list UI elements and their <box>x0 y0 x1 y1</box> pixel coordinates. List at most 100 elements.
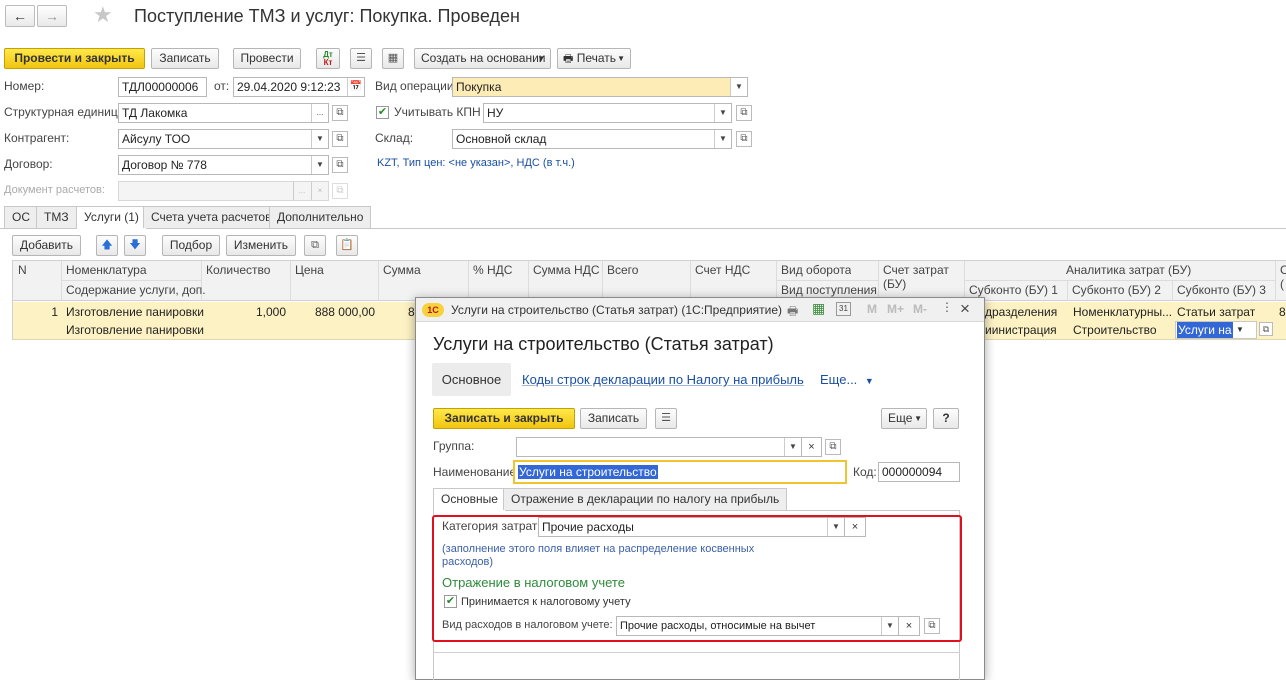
dialog-nav-more[interactable]: Еще... ▼ <box>820 371 874 390</box>
move-down-button[interactable]: 🡇 <box>124 235 146 256</box>
group-clear[interactable]: × <box>802 437 822 457</box>
row-sub2-b[interactable]: Строительство <box>1073 321 1157 339</box>
ellipsis-icon[interactable]: ... <box>311 104 328 122</box>
row-sub1-b[interactable]: иинистрация <box>985 321 1057 339</box>
tax-checkbox-label[interactable]: Принимается к налоговому учету <box>461 594 631 610</box>
open-icon[interactable]: ⧉ <box>1259 322 1273 336</box>
open-icon[interactable]: ⧉ <box>332 131 348 147</box>
open-icon[interactable]: ⧉ <box>736 105 752 121</box>
col-header-quantity[interactable]: Количество <box>202 261 270 279</box>
group-field[interactable]: ▼ <box>516 437 802 457</box>
calendar-icon[interactable]: 📅 <box>347 78 364 96</box>
list-button[interactable]: ☰ <box>350 48 372 69</box>
chevron-down-icon[interactable]: ▼ <box>311 156 328 174</box>
chevron-down-icon[interactable]: ▼ <box>714 104 731 122</box>
row-sub1-a[interactable]: дразделения <box>985 303 1057 321</box>
print-button[interactable]: 🖶 Печать ▼ <box>557 48 631 69</box>
col-header-content[interactable]: Содержание услуги, доп. <box>62 281 206 299</box>
row-sub2-a[interactable]: Номенклатурны... <box>1073 303 1172 321</box>
paste-button[interactable]: 📋 <box>336 235 358 256</box>
chevron-down-icon[interactable]: ▼ <box>827 518 844 536</box>
open-icon[interactable]: ⧉ <box>736 131 752 147</box>
contract-field[interactable]: Договор № 778 ▼ <box>118 155 329 175</box>
dialog-tab-main[interactable]: Основные <box>433 488 506 511</box>
tab-settlement-accounts[interactable]: Счета учета расчетов <box>143 206 280 228</box>
chevron-down-icon[interactable]: ▼ <box>881 617 898 635</box>
tab-os[interactable]: ОС <box>4 206 38 228</box>
row-sum[interactable]: 8 <box>408 303 415 321</box>
row-nomenclature[interactable]: Изготовление панировки <box>66 303 204 321</box>
memory-plus-button[interactable]: M+ <box>887 302 904 316</box>
help-button[interactable]: ? <box>933 408 959 429</box>
tax-checkbox[interactable]: ✔ <box>444 595 457 608</box>
star-icon[interactable]: ★ <box>93 2 113 28</box>
name-field[interactable]: Услуги на строительство <box>513 460 847 484</box>
copy-button[interactable]: ⧉ <box>304 235 326 256</box>
row-content[interactable]: Изготовление панировки <box>66 321 204 339</box>
tab-tmz[interactable]: ТМЗ <box>36 206 77 228</box>
warehouse-select[interactable]: Основной склад ▼ <box>452 129 732 149</box>
number-field[interactable]: ТДЛ00000006 <box>118 77 207 97</box>
row-sub3-a[interactable]: Статьи затрат <box>1177 303 1255 321</box>
expense-type-clear[interactable]: × <box>899 616 920 636</box>
move-up-button[interactable]: 🡅 <box>96 235 118 256</box>
col-header-vat-pct[interactable]: % НДС <box>469 261 512 279</box>
chevron-down-icon[interactable]: ▼ <box>730 78 747 96</box>
select-button[interactable]: Подбор <box>162 235 220 256</box>
col-header-vat-sum[interactable]: Сумма НДС <box>529 261 600 279</box>
post-and-close-button[interactable]: Провести и закрыть <box>4 48 145 69</box>
col-header-sum[interactable]: Сумма <box>379 261 421 279</box>
calendar-icon[interactable]: 31 <box>836 302 851 316</box>
create-based-button[interactable]: Создать на основании ▼ <box>414 48 551 69</box>
col-header-total[interactable]: Всего <box>603 261 638 279</box>
unit-field[interactable]: ТД Лакомка ... <box>118 103 329 123</box>
add-button[interactable]: Добавить <box>12 235 81 256</box>
dtkt-button[interactable]: Дт Кт <box>316 48 340 69</box>
col-header-price[interactable]: Цена <box>291 261 324 279</box>
printer-icon[interactable]: 🖶 <box>787 302 798 323</box>
open-icon[interactable]: ⧉ <box>924 618 940 634</box>
tab-additional[interactable]: Дополнительно <box>269 206 372 228</box>
open-icon[interactable]: ⧉ <box>825 439 841 455</box>
chevron-down-icon[interactable]: ▼ <box>311 130 328 148</box>
row-price[interactable]: 888 000,00 <box>291 303 375 321</box>
dialog-list-button[interactable]: ☰ <box>655 408 677 429</box>
dialog-save-button[interactable]: Записать <box>580 408 647 429</box>
col-header-n[interactable]: N <box>14 261 27 279</box>
dialog-nav-main[interactable]: Основное <box>432 363 511 396</box>
col-header-nomenclature[interactable]: Номенклатура <box>62 261 147 279</box>
chevron-down-icon[interactable]: ▼ <box>714 130 731 148</box>
col-header-analytics[interactable]: Аналитика затрат (БУ) <box>1062 261 1191 279</box>
kpn-select[interactable]: НУ ▼ <box>483 103 732 123</box>
memory-minus-button[interactable]: M- <box>913 302 927 316</box>
structure-button[interactable]: ▦ <box>382 48 404 69</box>
operation-select[interactable]: Покупка ▼ <box>452 77 748 97</box>
chevron-down-icon[interactable]: ▼ <box>1236 322 1244 338</box>
row-quantity[interactable]: 1,000 <box>202 303 286 321</box>
date-field[interactable]: 29.04.2020 9:12:23 📅 <box>233 77 365 97</box>
col-header-sub3[interactable]: Субконто (БУ) 3 <box>1173 281 1266 299</box>
dialog-nav-codes[interactable]: Коды строк декларации по Налогу на прибы… <box>522 371 804 389</box>
dialog-tab-declaration[interactable]: Отражение в декларации по налогу на приб… <box>503 488 788 510</box>
kpn-checkbox[interactable]: ✔ <box>376 106 389 119</box>
dialog-save-close-button[interactable]: Записать и закрыть <box>433 408 575 429</box>
memory-m-button[interactable]: M <box>867 302 877 316</box>
counterparty-field[interactable]: Айсулу ТОО ▼ <box>118 129 329 149</box>
change-button[interactable]: Изменить <box>226 235 296 256</box>
dialog-more-button[interactable]: Еще ▼ <box>881 408 927 429</box>
category-select[interactable]: Прочие расходы ▼ <box>538 517 845 537</box>
close-icon[interactable]: × <box>960 298 970 320</box>
expense-type-select[interactable]: Прочие расходы, относимые на вычет ▼ <box>616 616 899 636</box>
code-field[interactable]: 000000094 <box>878 462 960 482</box>
save-button[interactable]: Записать <box>151 48 219 69</box>
tab-services[interactable]: Услуги (1) <box>76 206 147 229</box>
col-header-vat-account[interactable]: Счет НДС <box>691 261 750 279</box>
back-button[interactable]: ← <box>5 5 35 27</box>
row-sub3-edit[interactable]: Услуги на ▼ <box>1175 321 1257 339</box>
category-clear[interactable]: × <box>845 517 866 537</box>
more-menu-icon[interactable]: ⋮ <box>941 300 953 314</box>
price-info-link[interactable]: KZT, Тип цен: <не указан>, НДС (в т.ч.) <box>377 154 575 172</box>
calc-icon[interactable]: ▦ <box>812 300 825 317</box>
col-header-sub2[interactable]: Субконто (БУ) 2 <box>1068 281 1161 299</box>
open-icon[interactable]: ⧉ <box>332 105 348 121</box>
